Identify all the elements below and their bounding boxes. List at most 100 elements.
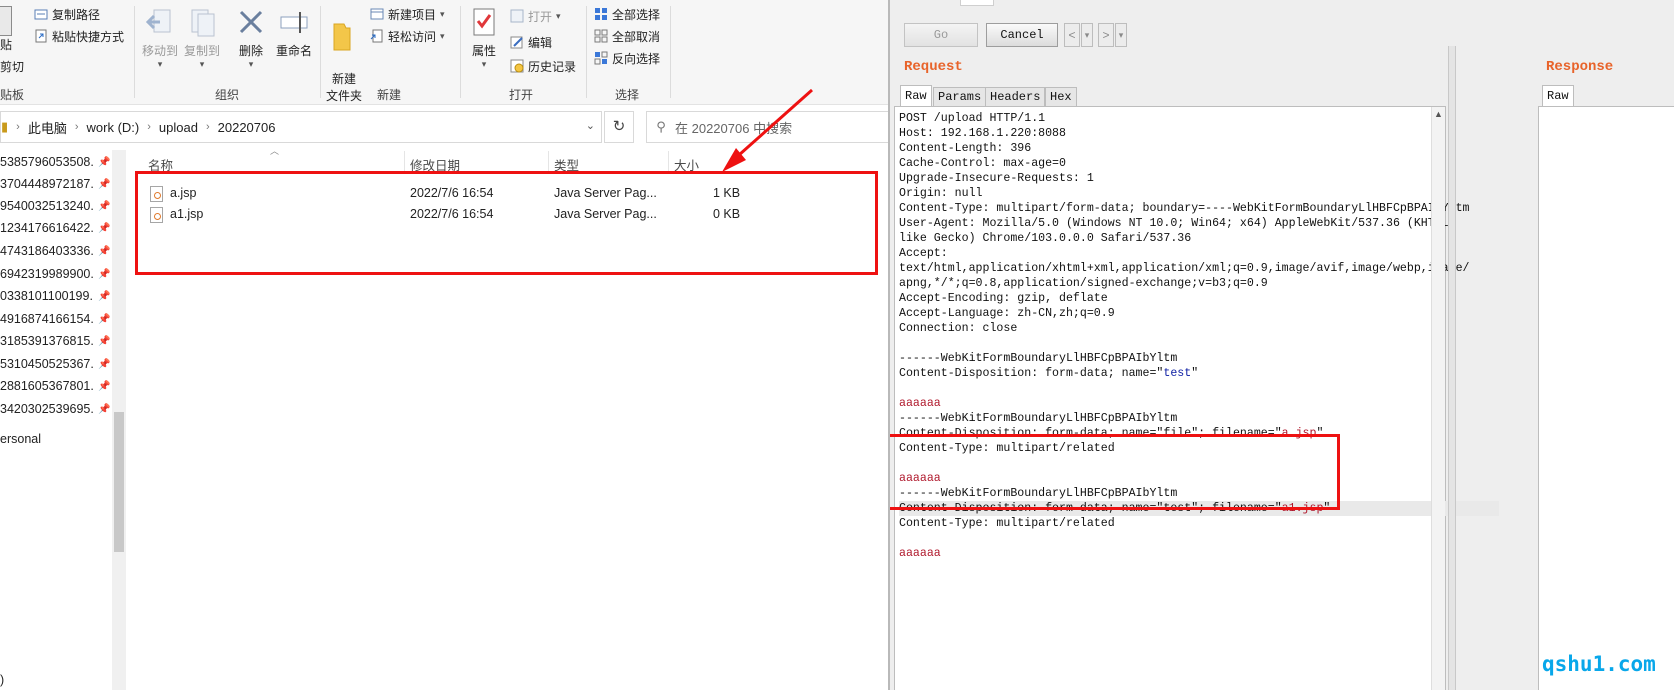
properties-button[interactable]: 属性 ▾ — [466, 6, 502, 70]
select-none-icon — [594, 29, 608, 43]
tab-raw[interactable]: Raw — [900, 85, 932, 107]
column-separator[interactable] — [668, 151, 669, 171]
select-none-button[interactable]: 全部取消 — [594, 26, 660, 46]
request-line-text: apng,*/*;q=0.8,application/signed-exchan… — [899, 277, 1268, 290]
edit-label: 编辑 — [528, 35, 553, 50]
nav-item[interactable]: 2881605367801. 📌 — [0, 375, 110, 397]
column-header-size[interactable]: 大小 — [674, 155, 699, 174]
scroll-up-icon[interactable]: ▲ — [1434, 109, 1443, 119]
paste-button[interactable]: 贴 — [0, 6, 20, 53]
request-text[interactable]: POST /upload HTTP/1.1 Host: 192.168.1.220… — [899, 111, 1499, 561]
pin-icon: 📌 — [98, 380, 111, 392]
nav-item[interactable]: 3704448972187. 📌 — [0, 173, 110, 195]
request-line-tail: " — [1316, 427, 1324, 440]
request-line-text: Accept-Language: zh-CN,zh;q=0.9 — [899, 307, 1115, 320]
back-button[interactable]: < — [1064, 23, 1080, 47]
column-header-modified[interactable]: 修改日期 — [410, 155, 460, 174]
request-line: User-Agent: Mozilla/5.0 (Windows NT 10.0… — [899, 216, 1499, 231]
open-label: 打开 — [528, 9, 553, 24]
nav-item[interactable]: ersonal — [0, 428, 41, 450]
response-title: Response — [1546, 59, 1614, 75]
breadcrumb-segment[interactable]: upload — [153, 120, 204, 135]
request-editor[interactable]: POST /upload HTTP/1.1 Host: 192.168.1.220… — [894, 106, 1499, 690]
address-bar[interactable]: ▮ › 此电脑 › work (D:) › upload › 20220706 … — [0, 111, 602, 143]
breadcrumb-segment[interactable]: work (D:) — [81, 120, 146, 135]
column-header-name[interactable]: 名称 — [148, 155, 173, 174]
nav-item[interactable]: 0338101100199. 📌 — [0, 285, 110, 307]
pin-icon: 📌 — [98, 200, 111, 212]
copy-to-button[interactable]: 复制到 ▾ — [182, 6, 222, 70]
nav-item[interactable]: ) — [0, 669, 4, 690]
forward-history-button[interactable]: ▾ — [1115, 23, 1127, 47]
nav-item[interactable]: 1234176616422. 📌 — [0, 217, 110, 239]
tab-response-raw[interactable]: Raw — [1542, 85, 1574, 107]
tab-hex[interactable]: Hex — [1045, 87, 1077, 107]
ribbon-separator — [670, 6, 671, 98]
response-editor[interactable] — [1538, 106, 1674, 690]
request-line: text/html,application/xhtml+xml,applicat… — [899, 261, 1499, 276]
delete-button[interactable]: 删除 ▾ — [234, 6, 268, 70]
nav-item[interactable]: 4743186403336. 📌 — [0, 240, 110, 262]
paste-shortcut-button[interactable]: 粘贴快捷方式 — [34, 26, 124, 46]
nav-item[interactable]: 5385796053508. 📌 — [0, 151, 110, 173]
move-to-button[interactable]: 移动到 ▾ — [140, 6, 180, 70]
split-divider[interactable] — [1448, 46, 1456, 690]
nav-item[interactable]: 9540032513240. 📌 — [0, 195, 110, 217]
select-all-button[interactable]: 全部选择 — [594, 4, 660, 24]
breadcrumb-segment[interactable]: 此电脑 — [22, 118, 73, 137]
request-line: ------WebKitFormBoundaryLlHBFCpBPAIbYltm — [899, 351, 1499, 366]
watermark: qshu1.com — [1542, 652, 1656, 676]
request-line — [899, 336, 1499, 351]
nav-item[interactable]: 3185391376815. 📌 — [0, 330, 110, 352]
tab-stub[interactable] — [960, 0, 994, 6]
forward-button[interactable]: > — [1098, 23, 1114, 47]
scrollbar-thumb[interactable] — [114, 412, 124, 552]
request-line-text: ------WebKitFormBoundaryLlHBFCpBPAIbYltm — [899, 487, 1178, 500]
rename-icon — [278, 6, 310, 38]
select-none-label: 全部取消 — [612, 29, 661, 44]
column-separator[interactable] — [404, 151, 405, 171]
select-all-label: 全部选择 — [612, 7, 661, 22]
column-header-type[interactable]: 类型 — [554, 155, 579, 174]
request-line-text: User-Agent: Mozilla/5.0 (Windows NT 10.0… — [899, 217, 1456, 230]
nav-scrollbar[interactable] — [112, 150, 126, 690]
nav-item-label: 0338101100199. — [0, 289, 93, 303]
tab-headers[interactable]: Headers — [985, 87, 1046, 107]
invert-selection-button[interactable]: 反向选择 — [594, 48, 660, 68]
tab-params[interactable]: Params — [933, 87, 987, 107]
file-type: Java Server Pag... — [554, 186, 657, 200]
cut-button[interactable]: 剪切 — [0, 56, 24, 76]
request-line-text: Cache-Control: max-age=0 — [899, 157, 1066, 170]
copy-path-icon — [34, 7, 48, 21]
cancel-button[interactable]: Cancel — [986, 23, 1058, 47]
go-button[interactable]: Go — [904, 23, 978, 47]
address-dropdown-icon[interactable]: ⌄ — [586, 119, 595, 132]
back-history-button[interactable]: ▾ — [1081, 23, 1093, 47]
breadcrumb-segment[interactable]: 20220706 — [212, 120, 282, 135]
pin-icon: 📌 — [98, 222, 111, 234]
open-button[interactable]: 打开 ▾ — [510, 6, 561, 26]
request-line-text: POST /upload HTTP/1.1 — [899, 112, 1046, 125]
jsp-file-icon — [150, 186, 163, 202]
pin-icon: 📌 — [98, 358, 111, 370]
nav-item[interactable]: 3420302539695. 📌 — [0, 398, 110, 420]
history-button[interactable]: 历史记录 — [510, 56, 576, 76]
file-row[interactable]: a.jsp 2022/7/6 16:54 Java Server Pag... … — [150, 184, 750, 204]
edit-button[interactable]: 编辑 — [510, 32, 552, 52]
request-scrollbar[interactable]: ▲ — [1431, 107, 1445, 690]
refresh-button[interactable]: ↻ — [604, 111, 634, 143]
column-separator[interactable] — [548, 151, 549, 171]
copy-path-button[interactable]: 复制路径 — [34, 4, 100, 24]
request-line: ------WebKitFormBoundaryLlHBFCpBPAIbYltm — [899, 486, 1499, 501]
new-item-caret-icon: ▾ — [440, 8, 445, 19]
rename-button[interactable]: 重命名 — [274, 6, 314, 59]
request-line: Content-Disposition: form-data; name="te… — [899, 366, 1499, 381]
request-line: Content-Disposition: form-data; name="te… — [899, 501, 1499, 516]
nav-item[interactable]: 5310450525367. 📌 — [0, 353, 110, 375]
nav-item[interactable]: 6942319989900. 📌 — [0, 263, 110, 285]
easy-access-button[interactable]: 轻松访问 ▾ — [370, 26, 445, 46]
request-line-text: Content-Disposition: form-data; name=" — [899, 367, 1164, 380]
nav-item[interactable]: 4916874166154. 📌 — [0, 308, 110, 330]
file-row[interactable]: a1.jsp 2022/7/6 16:54 Java Server Pag...… — [150, 205, 750, 225]
new-item-button[interactable]: 新建项目 ▾ — [370, 4, 445, 24]
